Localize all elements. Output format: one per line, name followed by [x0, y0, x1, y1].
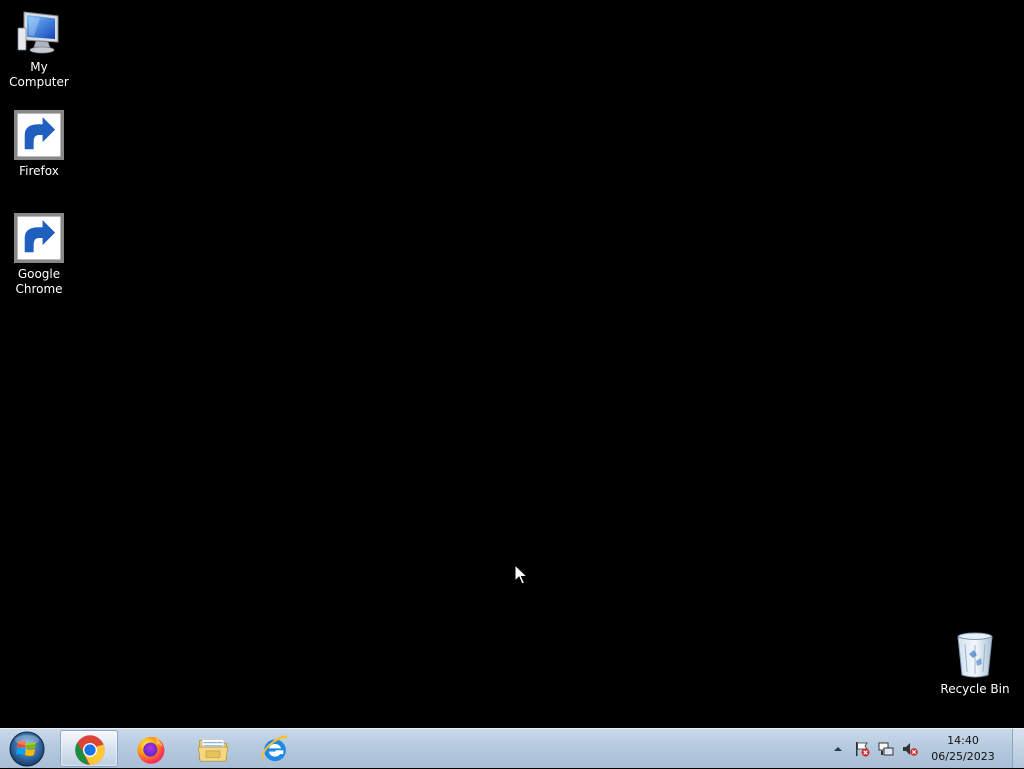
taskbar-clock[interactable]: 14:40 06/25/2023 — [928, 733, 998, 765]
start-button[interactable] — [2, 729, 52, 769]
clock-time: 14:40 — [947, 734, 979, 747]
windows-logo-icon — [9, 731, 45, 767]
shortcut-arrow-icon — [14, 110, 64, 160]
taskbar-button-chrome[interactable] — [60, 730, 118, 767]
taskbar-button-windows-explorer[interactable] — [184, 730, 242, 767]
taskbar-button-internet-explorer[interactable] — [246, 730, 304, 767]
recycle-bin-icon — [950, 630, 1000, 680]
system-tray: 14:40 06/25/2023 — [810, 729, 1010, 769]
desktop[interactable]: My Computer Firefox Google Chrome Recycl… — [0, 0, 1024, 728]
action-center-flag-icon[interactable] — [854, 741, 870, 757]
computer-icon — [14, 8, 64, 58]
desktop-icon-firefox[interactable]: Firefox — [0, 110, 78, 179]
desktop-icon-my-computer[interactable]: My Computer — [0, 8, 78, 90]
mouse-cursor-icon — [514, 564, 528, 585]
network-icon[interactable] — [878, 741, 894, 757]
chrome-icon — [14, 213, 64, 265]
desktop-icon-label: My Computer — [9, 60, 69, 89]
taskbar: 14:40 06/25/2023 — [0, 728, 1024, 768]
internet-explorer-icon — [261, 735, 288, 762]
shortcut-arrow-icon — [14, 213, 64, 263]
chrome-icon — [75, 735, 105, 765]
show-hidden-icons-arrow[interactable] — [830, 741, 846, 757]
show-desktop-button[interactable] — [1012, 729, 1024, 768]
desktop-icon-recycle-bin[interactable]: Recycle Bin — [936, 630, 1014, 697]
desktop-icon-label: Google Chrome — [15, 267, 63, 296]
volume-muted-icon[interactable] — [902, 741, 918, 757]
desktop-icon-google-chrome[interactable]: Google Chrome — [0, 213, 78, 297]
desktop-icon-label: Recycle Bin — [940, 682, 1010, 696]
firefox-icon — [137, 735, 165, 764]
desktop-icon-label: Firefox — [19, 164, 59, 178]
taskbar-button-firefox[interactable] — [122, 730, 180, 767]
firefox-icon — [14, 110, 64, 162]
folder-icon — [197, 739, 229, 762]
clock-date: 06/25/2023 — [931, 750, 995, 763]
